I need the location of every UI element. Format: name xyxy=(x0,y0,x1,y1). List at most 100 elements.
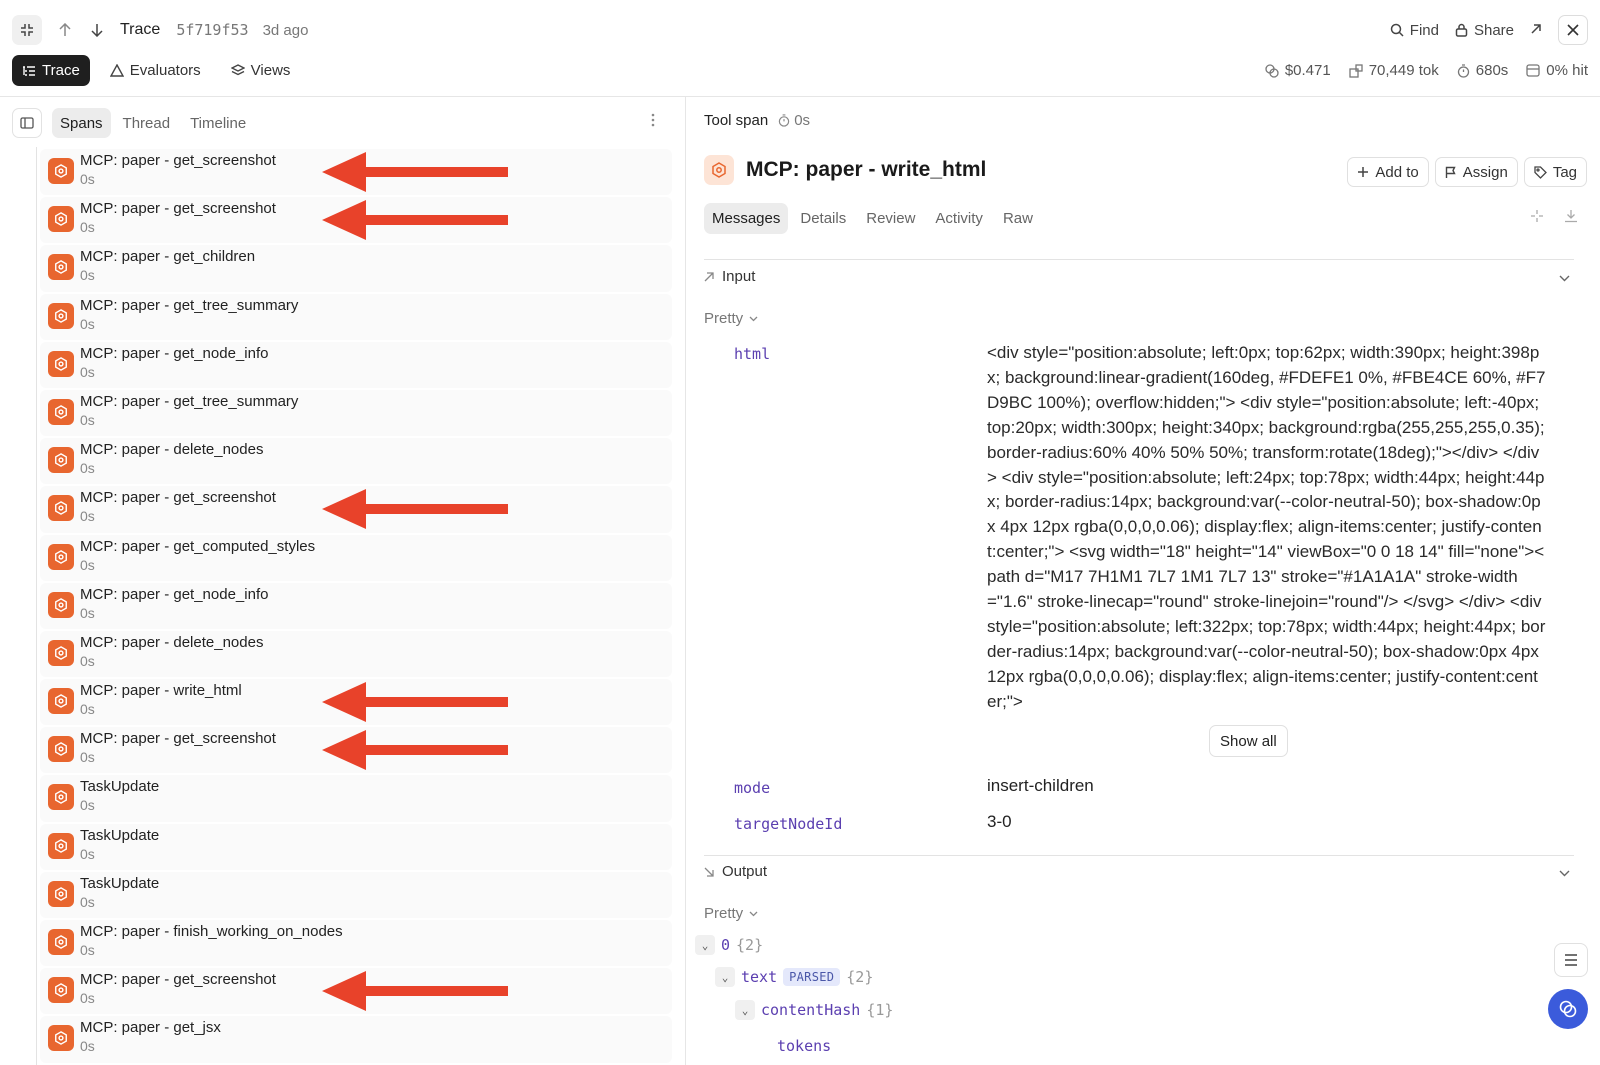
tool-icon xyxy=(48,832,74,859)
tool-icon xyxy=(48,447,74,474)
span-name: MCP: paper - delete_nodes xyxy=(80,633,264,651)
span-row[interactable]: TaskUpdate 0s xyxy=(4,823,672,871)
span-row[interactable]: TaskUpdate 0s xyxy=(4,774,672,822)
tag-button[interactable]: Tag xyxy=(1523,157,1587,187)
span-row[interactable]: MCP: paper - get_screenshot 0s xyxy=(4,485,672,533)
close-button[interactable] xyxy=(1558,15,1588,45)
span-row[interactable]: MCP: paper - get_screenshot 0s xyxy=(4,148,672,196)
parsed-badge: PARSED xyxy=(783,968,841,986)
menu-button[interactable] xyxy=(1554,943,1588,977)
assign-label: Assign xyxy=(1462,163,1508,181)
span-row[interactable]: MCP: paper - get_tree_summary 0s xyxy=(4,293,672,341)
span-row[interactable]: MCP: paper - get_screenshot 0s xyxy=(4,726,672,774)
tool-icon xyxy=(48,254,74,281)
assistant-button[interactable] xyxy=(1548,989,1588,1029)
annotation-arrow-icon xyxy=(322,489,508,530)
span-row[interactable]: MCP: paper - delete_nodes 0s xyxy=(4,437,672,485)
collapse-icon[interactable] xyxy=(12,15,42,45)
open-external-icon[interactable] xyxy=(1530,22,1542,39)
tokens-stat: 70,449 tok xyxy=(1349,62,1439,79)
more-options-icon[interactable] xyxy=(651,113,655,131)
output-node-root[interactable]: ⌄ 0 {2} xyxy=(695,935,763,955)
tab-review[interactable]: Review xyxy=(858,203,923,234)
share-label: Share xyxy=(1473,21,1514,39)
tab-trace-label: Trace xyxy=(42,62,80,79)
span-row[interactable]: MCP: paper - get_screenshot 0s xyxy=(4,967,672,1015)
tab-thread[interactable]: Thread xyxy=(115,108,179,138)
span-name: MCP: paper - delete_nodes xyxy=(80,441,264,459)
input-divider xyxy=(704,259,1574,260)
share-button[interactable]: Share xyxy=(1455,22,1514,39)
add-to-button[interactable]: Add to xyxy=(1347,157,1429,187)
chevron-down-icon[interactable] xyxy=(1559,269,1570,286)
span-row[interactable]: MCP: paper - get_tree_summary 0s xyxy=(4,389,672,437)
arrow-up-icon[interactable] xyxy=(56,15,74,45)
view-tabs: Trace Evaluators Views xyxy=(12,55,300,86)
search-icon xyxy=(1390,23,1404,37)
span-row[interactable]: MCP: paper - get_children 0s xyxy=(4,244,672,292)
span-row[interactable]: MCP: paper - write_html 0s xyxy=(4,678,672,726)
span-duration: 0s xyxy=(80,556,95,573)
detail-tabs: Messages Details Review Activity Raw xyxy=(704,203,1041,234)
span-actions: Add to Assign Tag xyxy=(1347,157,1587,187)
toggle-sidebar-button[interactable] xyxy=(12,108,42,138)
assign-button[interactable]: Assign xyxy=(1434,157,1518,187)
sparkle-icon[interactable] xyxy=(1530,209,1544,223)
tab-messages[interactable]: Messages xyxy=(704,203,789,234)
tool-icon xyxy=(704,155,734,185)
arrow-down-right-icon xyxy=(704,867,714,877)
output-section-header[interactable]: Output xyxy=(704,863,767,880)
chevron-down-icon[interactable] xyxy=(1559,864,1570,881)
span-row[interactable]: MCP: paper - finish_working_on_nodes 0s xyxy=(4,919,672,967)
tab-trace[interactable]: Trace xyxy=(12,55,90,86)
node-key: tokens xyxy=(777,1037,832,1055)
duration-value: 680s xyxy=(1475,62,1509,79)
tab-spans[interactable]: Spans xyxy=(52,108,111,138)
span-duration: 0s xyxy=(80,508,95,525)
span-row[interactable]: MCP: paper - get_computed_styles 0s xyxy=(4,534,672,582)
output-node-text[interactable]: ⌄ text PARSED {2} xyxy=(715,967,873,987)
tag-label: Tag xyxy=(1552,163,1577,181)
span-row[interactable]: MCP: paper - get_screenshot 0s xyxy=(4,196,672,244)
input-section-header[interactable]: Input xyxy=(704,268,755,285)
tool-icon xyxy=(48,688,74,715)
chevron-down-icon[interactable]: ⌄ xyxy=(735,1000,755,1020)
output-label: Output xyxy=(722,863,768,880)
find-button[interactable]: Find xyxy=(1390,22,1439,39)
span-duration: 0s xyxy=(80,893,95,910)
output-node-tokens[interactable]: tokens xyxy=(777,1037,831,1055)
duration-stat: 680s xyxy=(1457,62,1509,79)
output-view-select[interactable]: Pretty xyxy=(704,905,758,922)
tab-views[interactable]: Views xyxy=(221,55,301,86)
layers-icon xyxy=(230,63,245,75)
span-duration: 0s xyxy=(80,1038,95,1055)
span-row[interactable]: MCP: paper - get_node_info 0s xyxy=(4,341,672,389)
span-title-row: MCP: paper - write_html xyxy=(704,155,986,185)
span-row[interactable]: MCP: paper - delete_nodes 0s xyxy=(4,630,672,678)
input-view-select[interactable]: Pretty xyxy=(704,310,758,327)
chevron-down-icon[interactable]: ⌄ xyxy=(715,967,735,987)
tab-timeline[interactable]: Timeline xyxy=(182,108,254,138)
span-duration: 0s xyxy=(80,219,95,236)
span-row[interactable]: MCP: paper - get_node_info 0s xyxy=(4,582,672,630)
output-node-contenthash[interactable]: ⌄ contentHash {1} xyxy=(735,1000,893,1020)
tab-details[interactable]: Details xyxy=(792,203,854,234)
tab-raw[interactable]: Raw xyxy=(995,203,1041,234)
add-to-label: Add to xyxy=(1375,163,1419,181)
span-duration: 0s xyxy=(778,112,810,129)
tab-evaluators[interactable]: Evaluators xyxy=(100,55,211,86)
tool-icon xyxy=(48,495,74,522)
node-key: text xyxy=(741,968,778,986)
tab-activity[interactable]: Activity xyxy=(927,203,991,234)
span-row[interactable]: TaskUpdate 0s xyxy=(4,871,672,919)
node-count: {2} xyxy=(736,936,764,954)
span-row[interactable]: MCP: paper - get_jsx 0s xyxy=(4,1015,672,1063)
chevron-down-icon[interactable]: ⌄ xyxy=(695,935,715,955)
span-duration: 0s xyxy=(80,701,95,718)
show-all-button[interactable]: Show all xyxy=(1209,725,1288,757)
arrow-down-icon[interactable] xyxy=(88,15,106,45)
span-duration: 0s xyxy=(80,604,95,621)
find-label: Find xyxy=(1409,21,1439,39)
download-icon[interactable] xyxy=(1564,209,1578,223)
target-node-key: targetNodeId xyxy=(734,815,843,833)
